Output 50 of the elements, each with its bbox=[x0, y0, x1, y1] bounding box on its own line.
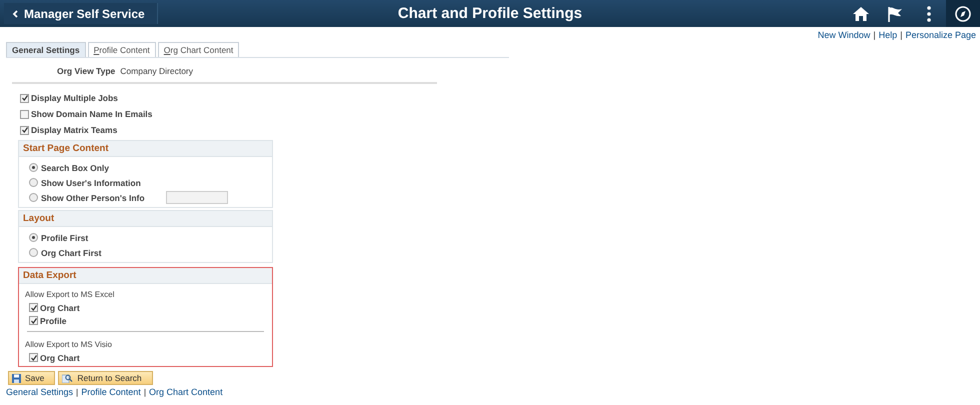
chevron-left-icon bbox=[12, 10, 18, 18]
radio-button[interactable] bbox=[29, 233, 38, 242]
checkbox[interactable] bbox=[29, 303, 38, 312]
radio-label: Show User's Information bbox=[41, 178, 141, 188]
radio-button[interactable] bbox=[29, 163, 38, 172]
return-button[interactable]: Return to Search bbox=[58, 371, 153, 385]
page-link[interactable]: General Settings bbox=[6, 387, 74, 397]
page-title: Chart and Profile Settings bbox=[398, 5, 582, 22]
radio-button[interactable] bbox=[29, 248, 38, 257]
top-link[interactable]: Personalize Page bbox=[905, 30, 976, 40]
checkbox[interactable] bbox=[29, 353, 38, 362]
radio-label: Search Box Only bbox=[41, 162, 110, 172]
input-field[interactable] bbox=[166, 191, 228, 204]
page-link[interactable]: Org Chart Content bbox=[149, 387, 223, 397]
page-link[interactable]: Profile Content bbox=[81, 387, 141, 397]
radio-button[interactable] bbox=[29, 193, 38, 202]
field-label: Org View Type bbox=[57, 66, 116, 78]
radio-button[interactable] bbox=[29, 178, 38, 187]
save-button[interactable]: Save bbox=[8, 371, 56, 385]
checkbox[interactable] bbox=[29, 316, 38, 325]
section-title: Start Page Content bbox=[19, 141, 272, 157]
checkbox[interactable] bbox=[20, 126, 29, 134]
radio-label: Org Chart First bbox=[41, 248, 102, 258]
checkbox-label: Display Matrix Teams bbox=[31, 125, 118, 135]
checkbox-label: Show Domain Name In Emails bbox=[31, 109, 152, 119]
radio-label: Profile First bbox=[41, 232, 88, 242]
group-label: Allow Export to MS Visio bbox=[24, 339, 113, 351]
checkbox-label: Profile bbox=[40, 316, 66, 326]
checkbox[interactable] bbox=[20, 94, 29, 102]
back-button[interactable]: Manager Self Service bbox=[4, 3, 158, 24]
section-title: Layout bbox=[19, 211, 272, 227]
tab[interactable]: Org Chart Content bbox=[158, 42, 240, 57]
separator: | bbox=[900, 30, 902, 40]
group-label: Allow Export to MS Excel bbox=[24, 289, 116, 301]
top-link[interactable]: Help bbox=[878, 30, 898, 40]
separator: | bbox=[873, 30, 876, 40]
magnifier-icon bbox=[62, 374, 74, 382]
checkbox-label: Display Multiple Jobs bbox=[31, 93, 118, 103]
section-title: Data Export bbox=[19, 268, 272, 284]
checkbox-label: Org Chart bbox=[40, 302, 80, 312]
compass-icon[interactable] bbox=[946, 0, 980, 27]
separator: | bbox=[144, 387, 146, 397]
field-value: Company Directory bbox=[120, 66, 194, 78]
tab[interactable]: Profile Content bbox=[88, 42, 156, 57]
separator: | bbox=[76, 387, 78, 397]
top-link[interactable]: New Window bbox=[818, 30, 870, 40]
tab[interactable]: General Settings bbox=[6, 42, 86, 57]
checkbox-label: Org Chart bbox=[40, 352, 80, 362]
radio-label: Show Other Person's Info bbox=[41, 192, 145, 202]
checkbox[interactable] bbox=[20, 110, 29, 118]
